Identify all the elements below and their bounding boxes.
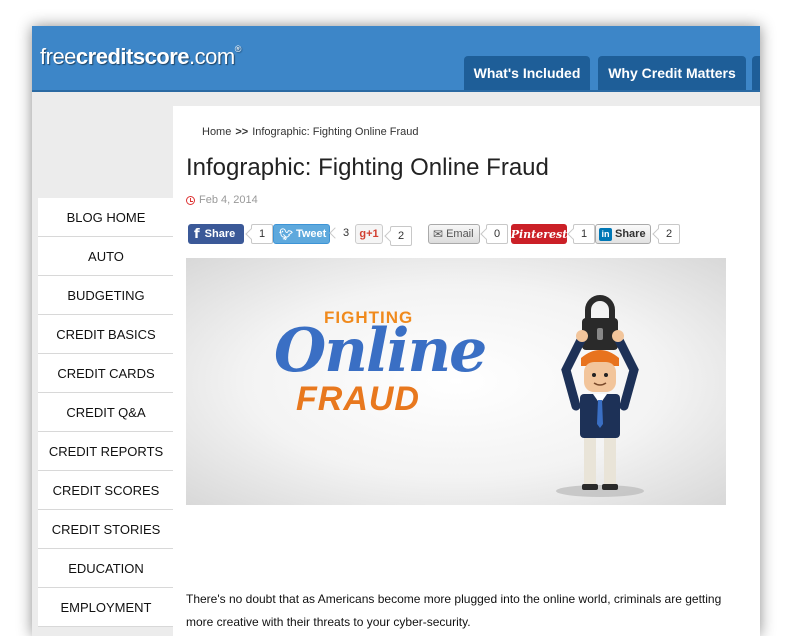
tweet-button[interactable]: 🐦︎ Tweet [273,224,330,244]
breadcrumb: Home >> Infographic: Fighting Online Fraud [202,126,419,138]
man-holding-padlock-illustration [556,295,644,497]
hero-text-online: Online [274,316,487,386]
google-plus-count: 2 [390,226,412,246]
linkedin-share-count: 2 [658,224,680,244]
pinterest-button[interactable]: Pinterest [511,224,567,244]
nav-tab-overflow[interactable] [752,56,760,90]
logo-text-regular: free [40,44,76,69]
sidebar-item-credit-stories[interactable]: CREDIT STORIES [38,510,174,549]
facebook-icon: f [194,226,200,242]
breadcrumb-home-link[interactable]: Home [202,126,231,138]
logo-trademark: ® [234,44,242,54]
email-share-label: Email [446,228,474,240]
site-header: freecreditscore.com® What's Included Why… [32,26,760,92]
envelope-icon: ✉ [433,227,444,241]
sidebar-item-credit-scores[interactable]: CREDIT SCORES [38,471,174,510]
logo-text-bold: creditscore [75,44,190,69]
clock-icon [186,195,195,205]
email-share-button[interactable]: ✉ Email [428,224,480,244]
page-title: Infographic: Fighting Online Fraud [186,154,549,181]
nav-tab-why-credit-matters[interactable]: Why Credit Matters [598,56,746,90]
sidebar-item-credit-qa[interactable]: CREDIT Q&A [38,393,174,432]
tweet-label: Tweet [295,228,327,240]
sidebar-item-auto[interactable]: AUTO [38,237,174,276]
pinterest-icon: Pinterest [510,227,568,241]
browser-window: freecreditscore.com® What's Included Why… [32,26,760,636]
breadcrumb-current: Infographic: Fighting Online Fraud [252,126,419,138]
facebook-share-button[interactable]: f Share [188,224,244,244]
sidebar-item-credit-cards[interactable]: CREDIT CARDS [38,354,174,393]
google-plus-icon: g+1 [359,228,379,240]
logo-text-suffix: .com [189,44,235,69]
hero-text-fraud: FRAUD [296,380,420,418]
linkedin-icon: in [599,227,612,241]
sidebar-item-credit-reports[interactable]: CREDIT REPORTS [38,432,174,471]
sidebar-item-budgeting[interactable]: BUDGETING [38,276,174,315]
sidebar-item-employment[interactable]: EMPLOYMENT [38,588,174,627]
twitter-icon: 🐦︎ [279,228,293,241]
article-body-paragraph: There's no doubt that as Americans becom… [186,592,722,629]
sidebar-item-blog-home[interactable]: BLOG HOME [38,198,174,237]
tweet-count: 3 [336,224,356,242]
sidebar-item-education[interactable]: EDUCATION [38,549,174,588]
sidebar-item-credit-basics[interactable]: CREDIT BASICS [38,315,174,354]
facebook-share-count: 1 [251,224,273,244]
site-logo[interactable]: freecreditscore.com® [40,44,241,70]
post-date-text: Feb 4, 2014 [199,194,258,206]
category-sidebar: BLOG HOME AUTO BUDGETING CREDIT BASICS C… [38,198,174,627]
pinterest-count: 1 [573,224,595,244]
breadcrumb-separator: >> [235,126,249,138]
google-plus-button[interactable]: g+1 [355,224,383,244]
nav-tab-whats-included[interactable]: What's Included [464,56,590,90]
main-content: Home >> Infographic: Fighting Online Fraud… [173,106,760,636]
hero-infographic-image: FIGHTING Online FRAUD [186,258,726,505]
email-share-count: 0 [486,224,508,244]
linkedin-share-button[interactable]: in Share [595,224,651,244]
linkedin-share-label: Share [615,228,646,240]
facebook-share-label: Share [204,228,236,240]
post-date: Feb 4, 2014 [186,194,258,206]
